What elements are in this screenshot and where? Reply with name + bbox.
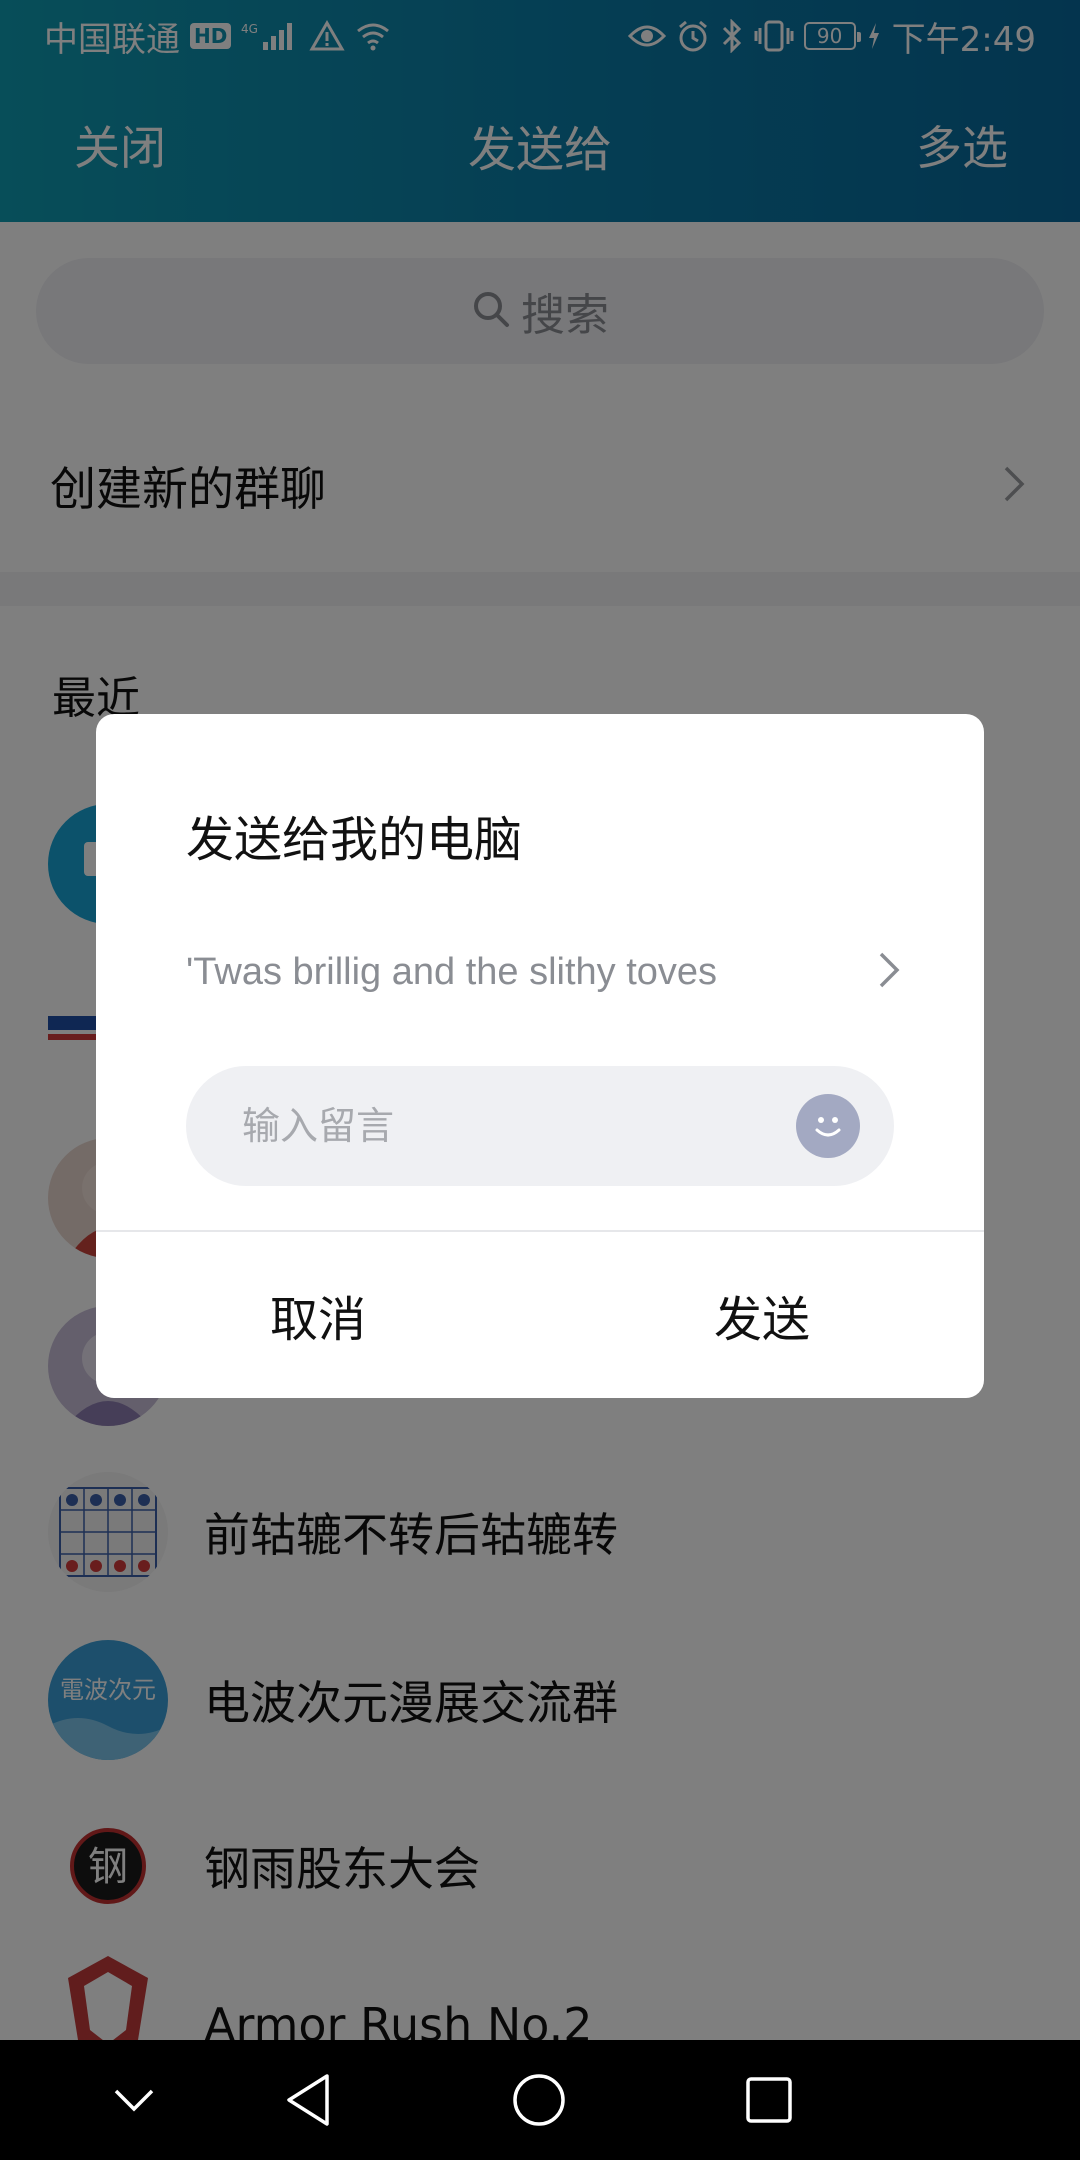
nav-collapse-button[interactable] (89, 2055, 179, 2145)
home-circle-icon (513, 2074, 565, 2126)
dialog-title: 发送给我的电脑 (186, 812, 523, 868)
send-button[interactable]: 发送 (540, 1232, 984, 1398)
message-input[interactable] (242, 1104, 762, 1148)
send-dialog: 发送给我的电脑 'Twas brillig and the slithy tov… (96, 714, 984, 1398)
recents-square-icon (746, 2077, 792, 2123)
nav-back-button[interactable] (264, 2055, 354, 2145)
nav-home-button[interactable] (494, 2055, 584, 2145)
back-triangle-icon (287, 2074, 329, 2126)
nav-recents-button[interactable] (724, 2055, 814, 2145)
cancel-button[interactable]: 取消 (96, 1232, 540, 1398)
chevron-down-icon (114, 2089, 154, 2112)
chevron-right-icon (876, 950, 902, 994)
system-nav-bar (0, 2040, 1080, 2160)
preview-text: 'Twas brillig and the slithy toves (186, 950, 718, 993)
smiley-icon (815, 1117, 841, 1137)
dialog-actions: 取消 发送 (96, 1232, 984, 1398)
message-field (186, 1066, 894, 1186)
content-preview[interactable]: 'Twas brillig and the slithy toves (186, 942, 902, 1002)
emoji-button[interactable] (796, 1094, 860, 1158)
